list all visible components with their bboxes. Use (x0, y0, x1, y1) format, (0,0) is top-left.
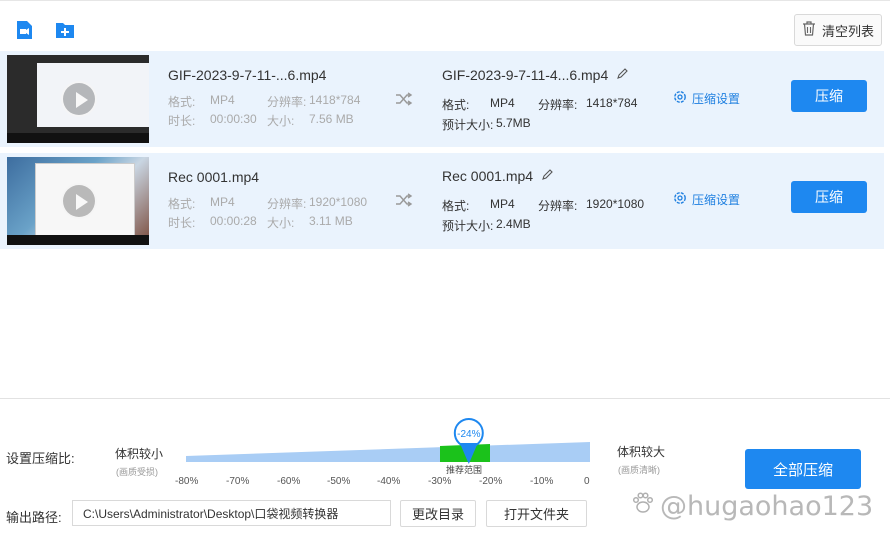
recommended-range-label: 推荐范围 (446, 465, 483, 475)
resolution-label: 分辨率: (267, 197, 307, 211)
smaller-size-label: 体积较小 (115, 447, 164, 461)
format-label: 格式: (168, 197, 196, 211)
shuffle-icon (395, 191, 413, 209)
output-file-name: GIF-2023-9-7-11-4...6.mp4 (442, 67, 609, 83)
top-toolbar: 清空列表 (0, 0, 890, 48)
output-path-input[interactable] (72, 500, 391, 526)
source-file-name: Rec 0001.mp4 (168, 169, 260, 185)
output-format-label: 格式: (442, 199, 470, 213)
size-label: 大小: (267, 216, 295, 230)
trash-icon (802, 21, 816, 39)
watermark: @hugaohao123 (630, 490, 873, 523)
shuffle-icon (395, 90, 413, 108)
slider-tick-label: -10% (530, 476, 554, 487)
output-format-label: 格式: (442, 98, 470, 112)
estimated-size-label: 预计大小: (442, 118, 494, 132)
size-value: 3.11 MB (309, 214, 353, 228)
clear-list-button[interactable]: 清空列表 (794, 14, 882, 46)
slider-tick-label: 0 (584, 476, 590, 487)
duration-label: 时长: (168, 216, 196, 230)
larger-size-label: 体积较大 (617, 445, 666, 459)
slider-tick-label: -70% (226, 476, 250, 487)
thumbnail-taskbar (7, 133, 149, 143)
resolution-label: 分辨率: (267, 95, 307, 109)
video-list-item: Rec 0001.mp4 格式: MP4 分辨率: 1920*1080 时长: … (0, 153, 884, 249)
estimated-size-value: 5.7MB (496, 116, 531, 130)
duration-value: 00:00:28 (210, 214, 257, 228)
compress-settings-link[interactable]: 压缩设置 (672, 89, 740, 108)
gear-icon (672, 89, 688, 108)
output-resolution-value: 1418*784 (586, 96, 638, 110)
video-list-item: GIF-2023-9-7-11-...6.mp4 格式: MP4 分辨率: 14… (0, 51, 884, 147)
divider (0, 398, 890, 399)
slider-tick-label: -40% (377, 476, 401, 487)
watermark-text: @hugaohao123 (660, 491, 874, 522)
compress-button[interactable]: 压缩 (791, 181, 867, 213)
clear-list-label: 清空列表 (821, 23, 874, 39)
slider-tick-label: -50% (327, 476, 351, 487)
resolution-value: 1418*784 (309, 93, 361, 107)
quality-loss-note: (画质受损) (116, 467, 158, 477)
compress-button[interactable]: 压缩 (791, 80, 867, 112)
pencil-icon[interactable] (541, 168, 553, 184)
output-resolution-value: 1920*1080 (586, 197, 645, 211)
output-file-name-row: GIF-2023-9-7-11-4...6.mp4 (442, 67, 629, 83)
slider-track (186, 442, 590, 462)
size-label: 大小: (267, 114, 295, 128)
slider-tick-label: -20% (479, 476, 503, 487)
size-value: 7.56 MB (309, 112, 354, 126)
gear-icon (672, 190, 688, 209)
slider-tick-label: -30% (428, 476, 452, 487)
output-file-name-row: Rec 0001.mp4 (442, 168, 553, 184)
estimated-size-label: 预计大小: (442, 219, 494, 233)
compress-settings-label: 压缩设置 (692, 193, 741, 207)
format-value: MP4 (210, 93, 235, 107)
pencil-icon[interactable] (616, 67, 629, 83)
thumbnail-taskbar (7, 235, 149, 245)
resolution-value: 1920*1080 (309, 195, 368, 209)
format-label: 格式: (168, 95, 196, 109)
source-file-name: GIF-2023-9-7-11-...6.mp4 (168, 67, 327, 83)
estimated-size-value: 2.4MB (496, 217, 531, 231)
play-icon[interactable] (61, 183, 97, 219)
play-icon[interactable] (61, 81, 97, 117)
open-folder-button[interactable]: 打开文件夹 (486, 500, 587, 527)
change-directory-button[interactable]: 更改目录 (400, 500, 476, 527)
folder-add-icon[interactable] (54, 19, 76, 41)
compress-settings-label: 压缩设置 (692, 92, 741, 106)
video-add-icon[interactable] (13, 19, 35, 41)
slider-tick-label: -60% (277, 476, 301, 487)
quality-clear-note: (画质清晰) (618, 465, 660, 475)
compress-all-button[interactable]: 全部压缩 (745, 449, 861, 489)
video-thumbnail[interactable] (7, 55, 149, 143)
video-thumbnail[interactable] (7, 157, 149, 245)
output-resolution-label: 分辨率: (538, 98, 578, 112)
slider-tick-label: -80% (175, 476, 199, 487)
output-resolution-label: 分辨率: (538, 199, 578, 213)
output-path-label: 输出路径: (6, 510, 62, 525)
output-file-name: Rec 0001.mp4 (442, 168, 534, 184)
duration-value: 00:00:30 (210, 112, 257, 126)
slider-value-text: -24% (457, 429, 480, 440)
compression-ratio-label: 设置压缩比: (6, 451, 75, 466)
output-format-value: MP4 (490, 96, 515, 110)
duration-label: 时长: (168, 114, 196, 128)
output-format-value: MP4 (490, 197, 515, 211)
format-value: MP4 (210, 195, 235, 209)
compress-settings-link[interactable]: 压缩设置 (672, 190, 740, 209)
paw-icon (630, 490, 656, 523)
